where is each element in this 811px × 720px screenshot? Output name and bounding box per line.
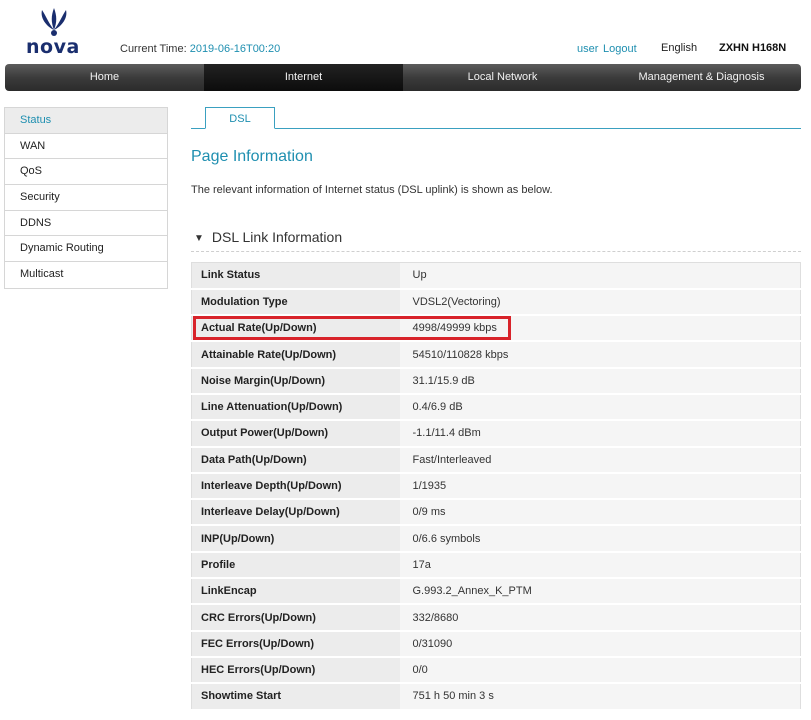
row-value: G.993.2_Annex_K_PTM (399, 578, 801, 606)
page-description: The relevant information of Internet sta… (191, 184, 553, 196)
table-row: HEC Errors(Up/Down) 0/0 (191, 656, 801, 685)
row-value: -1.1/11.4 dBm (399, 420, 801, 448)
current-time-label: Current Time: (120, 43, 187, 55)
row-value: 0.4/6.9 dB (399, 393, 801, 422)
row-label: Data Path(Up/Down) (191, 446, 400, 474)
row-label: HEC Errors(Up/Down) (191, 656, 400, 685)
row-value: 31.1/15.9 dB (399, 367, 801, 395)
table-row: Data Path(Up/Down) Fast/Interleaved (191, 446, 801, 474)
row-value: 751 h 50 min 3 s (399, 683, 801, 711)
nav-item-management-diagnosis[interactable]: Management & Diagnosis (602, 64, 801, 91)
nav-item-internet[interactable]: Internet (204, 64, 403, 91)
nav-item-local-network[interactable]: Local Network (403, 64, 602, 91)
logout-link[interactable]: Logout (603, 43, 637, 55)
row-label: INP(Up/Down) (191, 525, 400, 553)
table-row: Showtime Start 751 h 50 min 3 s (191, 683, 801, 711)
row-value: 332/8680 (399, 604, 801, 632)
section-toggle-dsl-link-information[interactable]: ▼ DSL Link Information (194, 229, 342, 245)
sidebar-item-qos[interactable]: QoS (5, 159, 167, 186)
table-row: LinkEncap G.993.2_Annex_K_PTM (191, 578, 801, 606)
table-row: Link Status Up (191, 262, 801, 290)
table-row: Interleave Delay(Up/Down) 0/9 ms (191, 499, 801, 527)
table-row: Attainable Rate(Up/Down) 54510/110828 kbp… (191, 341, 801, 369)
collapse-triangle-icon: ▼ (194, 233, 204, 244)
logo-text: nova (26, 36, 80, 58)
row-label: Modulation Type (191, 288, 400, 317)
table-row: Noise Margin(Up/Down) 31.1/15.9 dB (191, 367, 801, 395)
row-label: Interleave Depth(Up/Down) (191, 472, 400, 501)
table-row: Profile 17a (191, 551, 801, 580)
sidebar-item-multicast[interactable]: Multicast (5, 262, 167, 288)
row-label: Output Power(Up/Down) (191, 420, 400, 448)
row-value: 0/6.6 symbols (399, 525, 801, 553)
row-label: LinkEncap (191, 578, 400, 606)
table-row: Output Power(Up/Down) -1.1/11.4 dBm (191, 420, 801, 448)
language-selector[interactable]: English (661, 42, 697, 54)
row-label: Profile (191, 551, 400, 580)
page-title: Page Information (191, 148, 313, 165)
row-label: FEC Errors(Up/Down) (191, 630, 400, 658)
row-value: 1/1935 (399, 472, 801, 501)
row-label: Link Status (191, 262, 400, 290)
row-value: VDSL2(Vectoring) (399, 288, 801, 317)
table-row: CRC Errors(Up/Down) 332/8680 (191, 604, 801, 632)
row-value: 4998/49999 kbps (399, 315, 801, 343)
section-divider (191, 251, 801, 252)
tab-bar-line (191, 128, 801, 129)
row-label: Actual Rate(Up/Down) (191, 315, 400, 343)
row-label: CRC Errors(Up/Down) (191, 604, 400, 632)
sidebar: Status WAN QoS Security DDNS Dynamic Rou… (4, 107, 168, 289)
sidebar-item-dynamic-routing[interactable]: Dynamic Routing (5, 236, 167, 263)
tab-dsl[interactable]: DSL (205, 107, 275, 129)
dsl-info-table: Link Status Up Modulation Type VDSL2(Vecto… (191, 262, 801, 711)
row-value: 17a (399, 551, 801, 580)
main-nav: Home Internet Local Network Management &… (5, 64, 801, 91)
row-value: 54510/110828 kbps (399, 341, 801, 369)
table-row: Line Attenuation(Up/Down) 0.4/6.9 dB (191, 393, 801, 422)
device-model: ZXHN H168N (719, 42, 787, 54)
sidebar-item-ddns[interactable]: DDNS (5, 210, 167, 237)
sidebar-item-status[interactable]: Status (5, 108, 167, 134)
table-row: FEC Errors(Up/Down) 0/31090 (191, 630, 801, 658)
table-row: INP(Up/Down) 0/6.6 symbols (191, 525, 801, 553)
row-value: 0/9 ms (399, 499, 801, 527)
row-label: Interleave Delay(Up/Down) (191, 499, 400, 527)
table-row: Modulation Type VDSL2(Vectoring) (191, 288, 801, 317)
current-time-value: 2019-06-16T00:20 (189, 43, 281, 55)
table-row: Interleave Depth(Up/Down) 1/1935 (191, 472, 801, 501)
sidebar-item-security[interactable]: Security (5, 185, 167, 211)
row-label: Noise Margin(Up/Down) (191, 367, 400, 395)
section-title: DSL Link Information (211, 229, 343, 245)
current-time: Current Time: 2019-06-16T00:20 (120, 43, 280, 55)
row-label: Line Attenuation(Up/Down) (191, 393, 400, 422)
nav-item-home[interactable]: Home (5, 64, 204, 91)
row-label: Showtime Start (191, 683, 400, 711)
row-value: 0/0 (399, 656, 801, 685)
user-link[interactable]: user (577, 43, 598, 55)
table-row: Actual Rate(Up/Down) 4998/49999 kbps (191, 315, 801, 343)
sidebar-item-wan[interactable]: WAN (5, 133, 167, 160)
row-value: Up (399, 262, 801, 290)
row-value: Fast/Interleaved (399, 446, 801, 474)
row-label: Attainable Rate(Up/Down) (191, 341, 400, 369)
row-value: 0/31090 (399, 630, 801, 658)
